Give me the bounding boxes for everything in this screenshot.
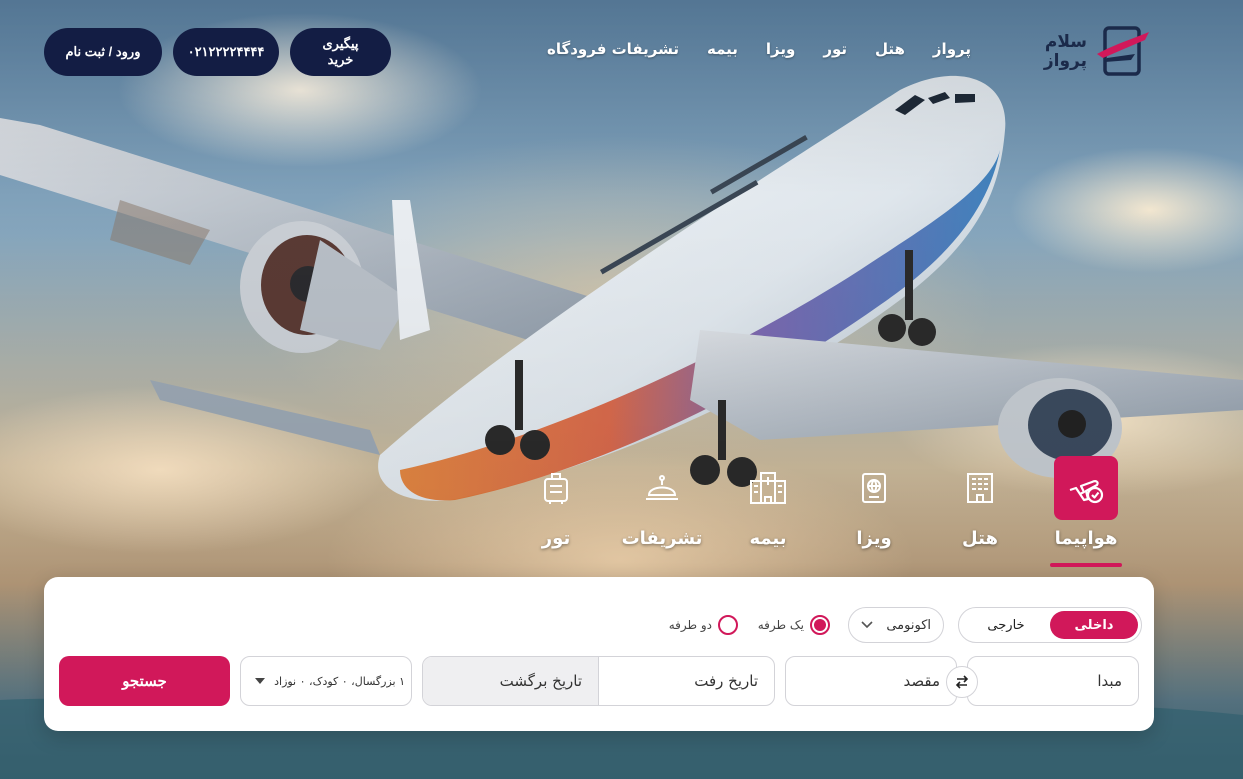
depart-date-field[interactable]: تاریخ رفت [599, 657, 774, 705]
tab-tour[interactable]: تور [503, 456, 609, 567]
tab-services[interactable]: تشریفات [609, 456, 715, 567]
international-option[interactable]: خارجی [962, 611, 1050, 639]
hospital-icon [736, 456, 800, 520]
return-date-placeholder: تاریخ برگشت [499, 672, 582, 690]
trip-scope-toggle: خارجی داخلی [958, 607, 1142, 643]
tab-label: تشریفات [621, 528, 703, 549]
flight-search-card: خارجی داخلی اکونومی یک طرفه دو طرفه مبدا… [44, 577, 1154, 731]
main-nav: پرواز هتل تور ویزا بیمه تشریفات فرودگاه [547, 40, 971, 58]
chevron-down-icon [861, 621, 873, 629]
origin-field[interactable]: مبدا [967, 656, 1139, 706]
depart-date-placeholder: تاریخ رفت [694, 672, 758, 690]
search-button[interactable]: جستجو [59, 656, 230, 706]
suitcase-icon [524, 456, 588, 520]
destination-field[interactable]: مقصد [785, 656, 957, 706]
header-actions: ورود / ثبت نام ۰۲۱۲۲۲۲۴۴۴۴ پیگیری خرید [44, 28, 391, 76]
swap-arrows-icon [955, 675, 969, 689]
hotel-building-icon [948, 456, 1012, 520]
tab-airplane[interactable]: هواپیما [1033, 456, 1139, 567]
cabin-class-value: اکونومی [886, 617, 931, 633]
tab-label: ویزا [856, 528, 892, 549]
passport-icon [842, 456, 906, 520]
nav-airport-services[interactable]: تشریفات فرودگاه [547, 40, 679, 58]
origin-placeholder: مبدا [1097, 672, 1122, 690]
site-header: سلام پرواز پرواز هتل تور ویزا بیمه تشریف… [0, 0, 1243, 100]
tab-label: هواپیما [1054, 528, 1118, 549]
tab-label: بیمه [749, 528, 787, 549]
destination-placeholder: مقصد [903, 672, 940, 690]
tab-hotel[interactable]: هتل [927, 456, 1033, 567]
brand-logo[interactable]: سلام پرواز [1044, 24, 1151, 80]
service-bell-icon [630, 456, 694, 520]
cabin-class-select[interactable]: اکونومی [848, 607, 944, 643]
nav-flight[interactable]: پرواز [933, 40, 971, 58]
active-tab-indicator [1050, 563, 1122, 567]
tab-label: هتل [962, 528, 998, 549]
nav-tour[interactable]: تور [823, 40, 847, 58]
logo-line-1: سلام [1044, 32, 1087, 52]
passengers-select[interactable]: ۱ بزرگسال، ۰ کودک، ۰ نوزاد [240, 656, 412, 706]
airplane-check-icon [1054, 456, 1118, 520]
service-tabs: هواپیما هتل ویزا بیمه تشریفات تور [503, 456, 1139, 567]
radio-unselected-icon [718, 615, 738, 635]
tab-visa[interactable]: ویزا [821, 456, 927, 567]
nav-hotel[interactable]: هتل [875, 40, 905, 58]
passengers-value: ۱ بزرگسال، ۰ کودک، ۰ نوزاد [274, 674, 405, 688]
tab-insurance[interactable]: بیمه [715, 456, 821, 567]
return-date-field: تاریخ برگشت [423, 657, 599, 705]
one-way-radio[interactable]: یک طرفه [758, 615, 830, 635]
one-way-label: یک طرفه [757, 618, 804, 632]
nav-insurance[interactable]: بیمه [707, 40, 738, 58]
phone-button[interactable]: ۰۲۱۲۲۲۲۴۴۴۴ [173, 28, 279, 76]
tab-label: تور [541, 528, 571, 549]
domestic-option[interactable]: داخلی [1050, 611, 1138, 639]
track-purchase-button[interactable]: پیگیری خرید [290, 28, 391, 76]
dropdown-caret-icon [255, 678, 265, 684]
date-range-field: تاریخ رفت تاریخ برگشت [422, 656, 775, 706]
swap-cities-button[interactable] [946, 666, 978, 698]
login-register-button[interactable]: ورود / ثبت نام [44, 28, 162, 76]
logo-mark-icon [1097, 26, 1149, 76]
round-trip-radio[interactable]: دو طرفه [669, 615, 738, 635]
round-trip-label: دو طرفه [668, 618, 712, 632]
nav-visa[interactable]: ویزا [766, 40, 795, 58]
radio-selected-icon [810, 615, 830, 635]
logo-line-2: پرواز [1043, 51, 1087, 71]
